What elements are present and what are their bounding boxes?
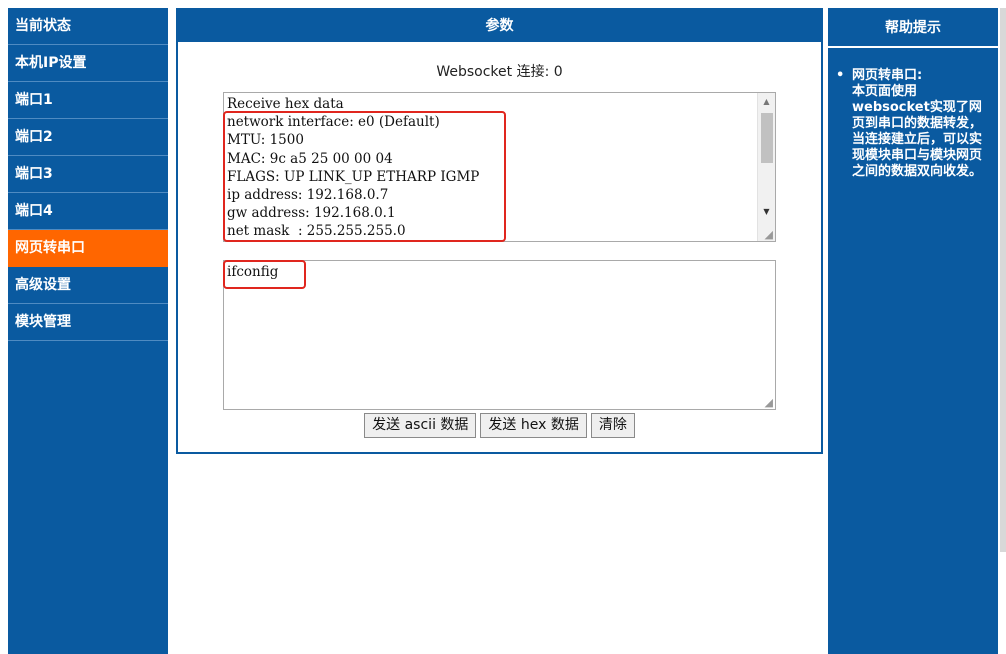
scroll-down-arrow-icon[interactable]: ▼ [758,205,775,219]
sidebar-item-port1[interactable]: 端口1 [8,82,168,119]
receive-highlight-box [223,111,506,242]
parameters-panel: 参数 Websocket 连接: 0 Receive hex data netw… [176,8,823,454]
scroll-thumb[interactable] [761,113,773,163]
page-scrollbar[interactable] [1000,8,1006,552]
panel-title: 参数 [178,10,821,42]
help-item-title: 网页转串口: [852,68,923,83]
sidebar-item-status[interactable]: 当前状态 [8,8,168,45]
help-title: 帮助提示 [828,8,998,48]
help-body: • 网页转串口: 本页面使用websocket实现了网页到串口的数据转发，当连接建… [828,48,998,180]
scroll-up-arrow-icon[interactable]: ▲ [758,95,775,109]
help-item-text: 本页面使用websocket实现了网页到串口的数据转发，当连接建立后，可以实现模… [852,84,983,179]
sidebar-item-advanced[interactable]: 高级设置 [8,267,168,304]
sidebar-nav: 当前状态 本机IP设置 端口1 端口2 端口3 端口4 网页转串口 高级设置 模… [8,8,168,654]
send-text: ifconfig [227,264,279,280]
websocket-status: Websocket 连接: 0 [436,64,563,80]
bullet-icon: • [836,68,845,83]
sidebar-item-port3[interactable]: 端口3 [8,156,168,193]
sidebar-item-port2[interactable]: 端口2 [8,119,168,156]
sidebar-item-module-management[interactable]: 模块管理 [8,304,168,341]
sidebar-item-port4[interactable]: 端口4 [8,193,168,230]
button-row: 发送 ascii 数据 发送 hex 数据 清除 [178,413,821,438]
help-panel: 帮助提示 • 网页转串口: 本页面使用websocket实现了网页到串口的数据转发… [828,8,998,654]
clear-button[interactable]: 清除 [590,413,635,438]
resize-grip-icon[interactable]: ◢ [765,397,773,408]
receive-scrollbar[interactable]: ▲ ▼ [757,93,775,241]
sidebar-item-web-to-serial[interactable]: 网页转串口 [8,230,168,267]
send-highlight-box [223,260,306,289]
resize-grip-icon[interactable]: ◢ [765,229,773,240]
send-hex-button[interactable]: 发送 hex 数据 [480,413,587,438]
send-ascii-button[interactable]: 发送 ascii 数据 [364,413,477,438]
sidebar-item-ip-settings[interactable]: 本机IP设置 [8,45,168,82]
